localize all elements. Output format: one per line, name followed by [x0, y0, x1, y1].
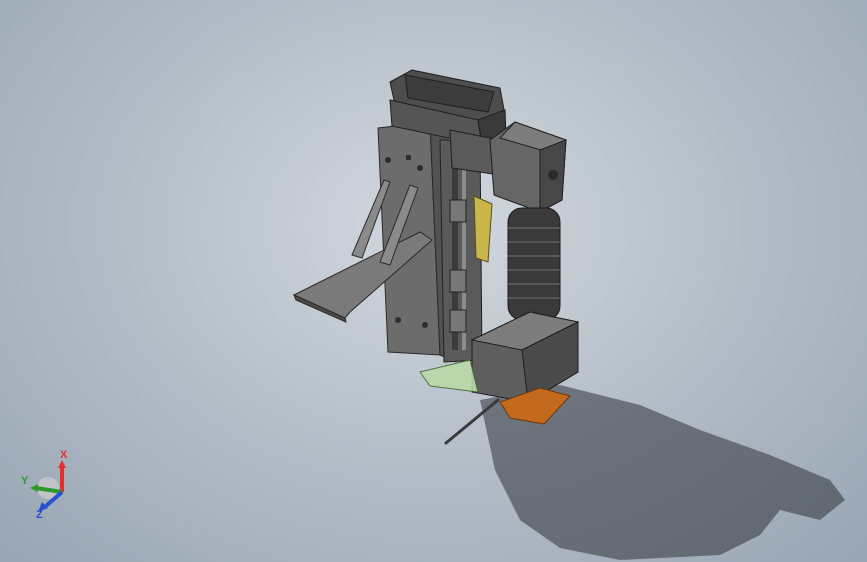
lens-barrel[interactable]: [507, 207, 561, 321]
model-view[interactable]: [0, 0, 867, 562]
z-axis-label: Z: [36, 509, 43, 521]
yellow-bracket[interactable]: [473, 195, 493, 263]
green-plate[interactable]: [419, 359, 479, 393]
axis-triad[interactable]: X Y Z: [18, 448, 78, 523]
gearbox[interactable]: [489, 121, 568, 213]
y-axis-label: Y: [21, 475, 29, 487]
axis-triad-graphic: X Y Z: [21, 449, 68, 521]
cad-viewport[interactable]: X Y Z: [0, 0, 867, 562]
x-axis-label: X: [60, 449, 68, 461]
